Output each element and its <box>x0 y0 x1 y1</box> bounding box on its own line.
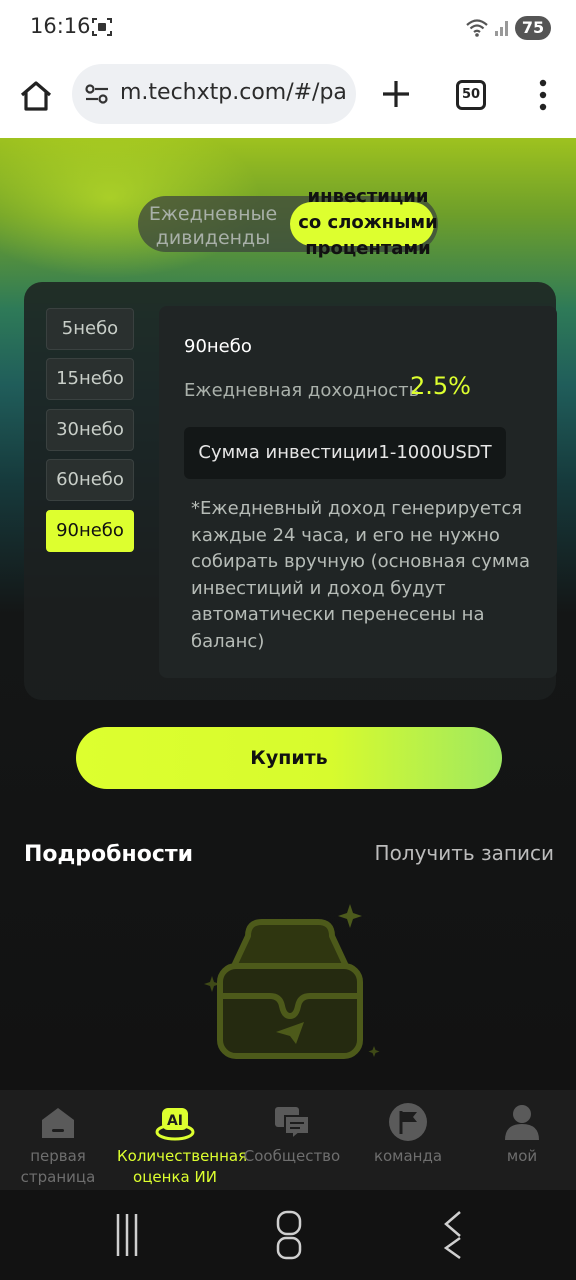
daily-yield-label: Ежедневная доходность <box>184 380 420 401</box>
tab-daily-dividends-line1: Ежедневные <box>148 203 278 225</box>
nav-item-team[interactable]: команда <box>350 1090 466 1190</box>
home-icon <box>42 1108 74 1138</box>
page-content: Ежедневные дивиденды инвестиции со сложн… <box>0 138 576 1090</box>
flag-icon <box>389 1103 427 1141</box>
tier-option-selected[interactable]: 90небо <box>46 510 134 552</box>
nav-item-profile[interactable]: мой <box>464 1090 576 1190</box>
nav-label-home: первая страница <box>20 1147 96 1186</box>
nav-item-home[interactable]: первая страница <box>0 1090 116 1190</box>
nav-label-profile: мой <box>506 1147 538 1165</box>
back-icon[interactable] <box>438 1208 468 1262</box>
system-navigation-bar <box>0 1190 576 1280</box>
ai-icon: AI <box>155 1108 195 1141</box>
tab-daily-dividends-line2: дивиденды <box>155 227 271 249</box>
plan-name: 90небо <box>184 336 252 357</box>
empty-inbox-icon <box>204 904 380 1059</box>
records-link[interactable]: Получить записи <box>375 841 554 865</box>
plan-detail-panel: 90небо Ежедневная доходность 2.5% Сумма … <box>159 306 557 678</box>
nav-label-community: Сообщество <box>243 1147 341 1165</box>
tab-compound-line3: процентами <box>305 238 431 259</box>
home-icon[interactable] <box>18 78 54 114</box>
nav-label-ai-quant: Количественная оценка ИИ <box>117 1147 248 1186</box>
chat-icon <box>275 1107 310 1142</box>
screen-capture-icon <box>92 18 112 36</box>
tab-switcher-button[interactable]: 50 <box>456 80 486 110</box>
url-text: m.techxtp.com/#/pa <box>120 80 347 105</box>
investment-amount-range: Сумма инвестиции1-1000USDT <box>184 427 506 479</box>
recents-icon[interactable] <box>112 1210 142 1260</box>
tier-option[interactable]: 60небо <box>46 459 134 501</box>
status-bar: 16:16 75 <box>0 0 576 56</box>
details-title: Подробности <box>24 842 194 867</box>
more-menu-icon[interactable] <box>530 78 556 112</box>
tab-compound-interest[interactable]: инвестиции со сложными процентами <box>298 184 438 262</box>
income-note: *Ежедневный доход генерируется каждые 24… <box>191 498 531 652</box>
battery-indicator: 75 <box>515 16 551 40</box>
site-settings-icon[interactable] <box>84 82 110 106</box>
nav-label-team: команда <box>373 1147 443 1165</box>
wifi-icon <box>466 19 488 37</box>
tab-compound-line2: со сложными <box>298 212 438 233</box>
investment-card: 5небо 15небо 30небо 60небо 90небо 90небо… <box>24 282 557 700</box>
ai-icon-text: AI <box>167 1113 183 1129</box>
tier-option[interactable]: 5небо <box>46 308 134 350</box>
new-tab-icon[interactable] <box>380 78 412 110</box>
nav-item-ai-quant[interactable]: AI Количественная оценка ИИ <box>117 1090 248 1190</box>
tier-option[interactable]: 30небо <box>46 409 134 451</box>
tab-compound-line1: инвестиции <box>307 186 429 207</box>
bottom-navigation: первая страница AI Количественная оценка… <box>0 1090 576 1190</box>
tier-option[interactable]: 15небо <box>46 358 134 400</box>
browser-toolbar: m.techxtp.com/#/pa 50 <box>0 56 576 138</box>
tab-daily-dividends[interactable]: Ежедневные дивиденды <box>138 202 288 250</box>
signal-icon <box>495 21 508 36</box>
status-time: 16:16 <box>30 14 91 38</box>
home-button-icon[interactable] <box>274 1208 304 1262</box>
address-bar[interactable]: m.techxtp.com/#/pa <box>72 64 356 124</box>
mode-toggle: Ежедневные дивиденды инвестиции со сложн… <box>138 186 438 259</box>
nav-item-community[interactable]: Сообщество <box>234 1090 350 1190</box>
buy-button[interactable]: Купить <box>76 727 502 789</box>
daily-yield-value: 2.5% <box>410 372 471 400</box>
user-icon <box>505 1105 539 1140</box>
